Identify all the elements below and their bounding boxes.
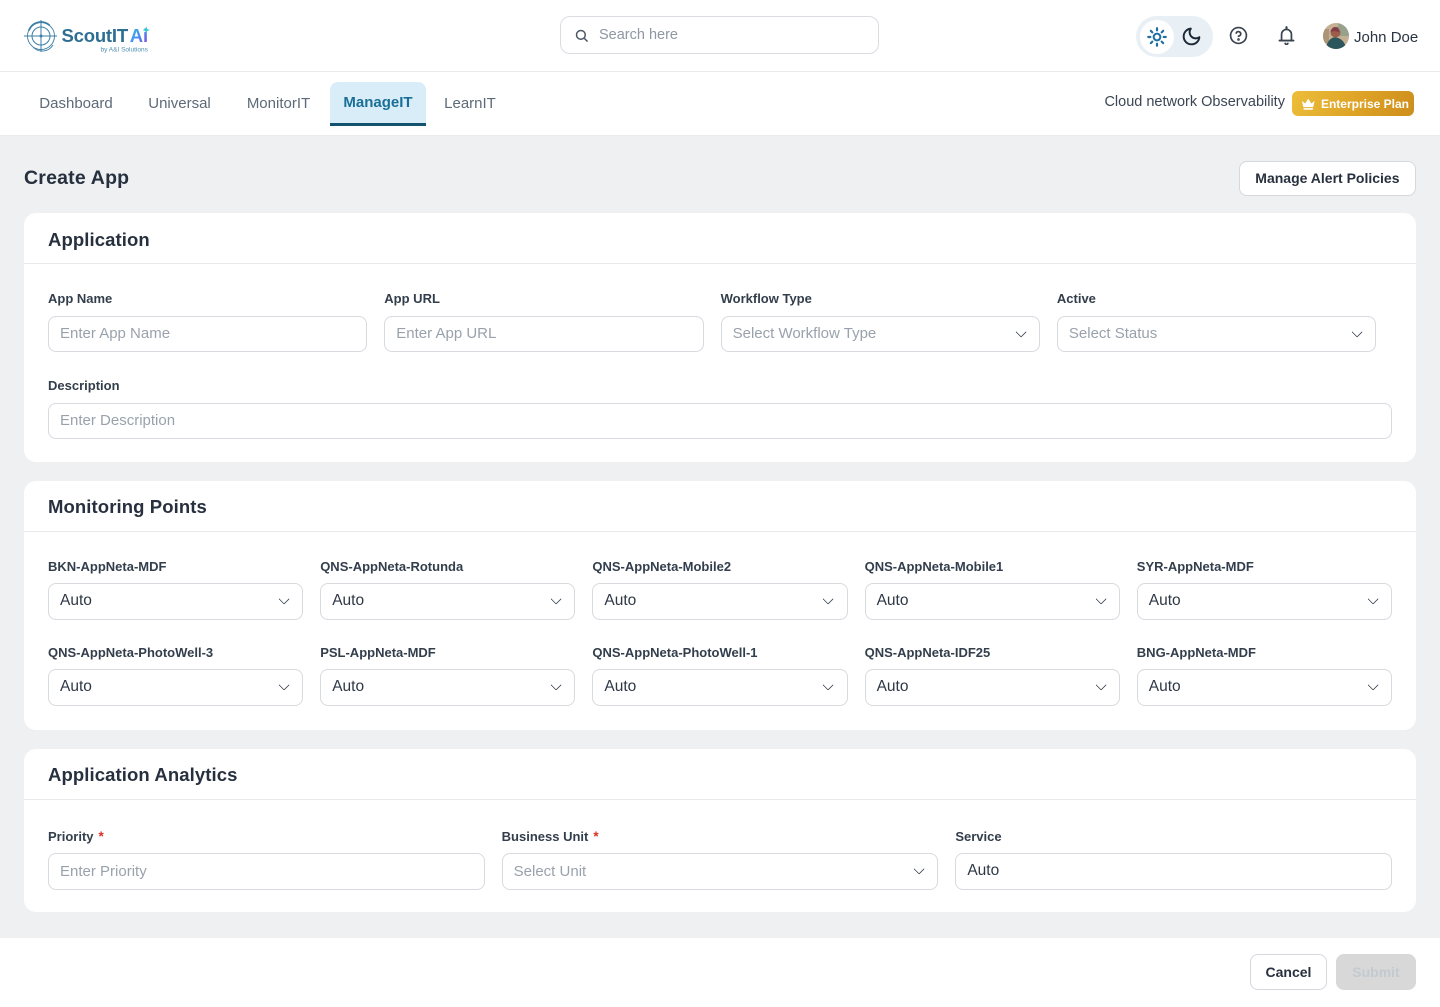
svg-text:by A&I Solutions: by A&I Solutions [101,47,149,54]
svg-text:Ai: Ai [130,25,149,46]
svg-text:ScoutIT: ScoutIT [62,25,129,46]
